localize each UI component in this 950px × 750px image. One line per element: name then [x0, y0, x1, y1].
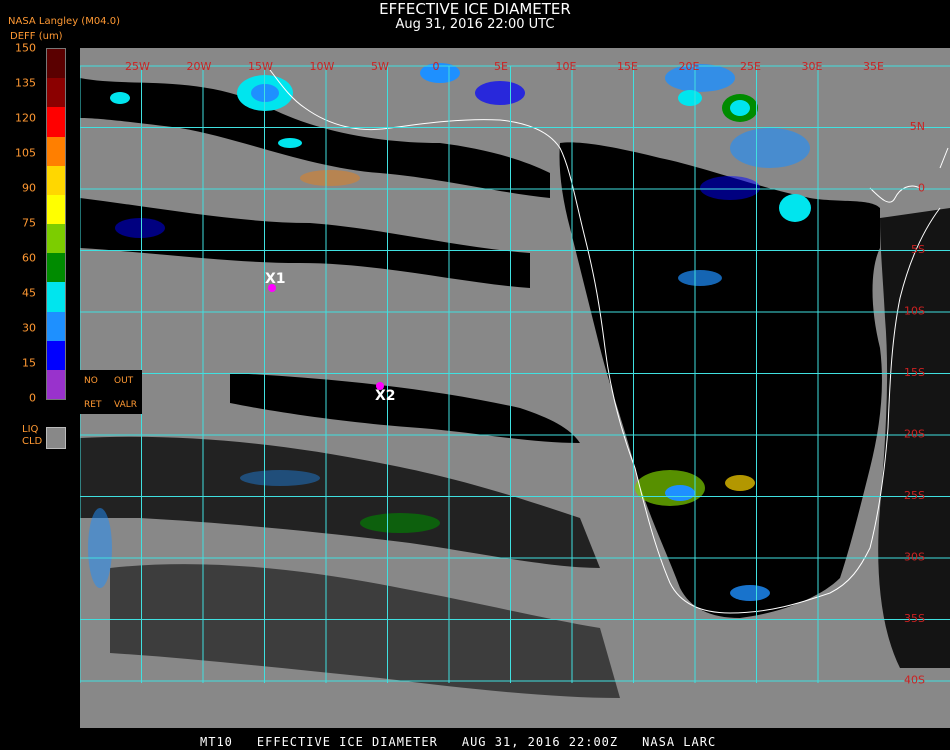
colorbar-tick-label: 105: [15, 146, 36, 160]
colorbar-segment: [47, 340, 65, 371]
station-marker-label: X2: [375, 388, 396, 404]
footer-satellite: MT10: [200, 735, 233, 749]
colorbar-segment: [47, 165, 65, 196]
map-canvas: 25W 20W 15W 10W 5W 0 5E 10E 15E 20E 25E 30E 35E 5N 0 5S…: [80, 60, 950, 698]
longitude-label: 25E: [740, 60, 761, 73]
colorbar-tick-label: 150: [15, 41, 36, 55]
longitude-label: 30E: [802, 60, 823, 73]
colorbar-segment: [47, 136, 65, 167]
longitude-label: 15E: [617, 60, 638, 73]
longitude-label: 15W: [248, 60, 273, 73]
colorbar-tick-label: 90: [22, 181, 36, 195]
noret-label-ret: RET: [84, 400, 102, 410]
colorbar-tick-label: 75: [22, 216, 36, 230]
liquid-label-1: LIQ: [22, 424, 39, 435]
latitude-label: 35S: [904, 612, 925, 625]
colorbar-segment: [47, 107, 65, 137]
latitude-label: 5N: [910, 120, 925, 133]
noret-label-no: NO: [84, 376, 98, 386]
colorbar-tick-label: 135: [15, 76, 36, 90]
no-retrieval-legend: NO OUT RET VALR: [80, 370, 142, 414]
colorbar-segment: [47, 78, 65, 108]
footer-time: AUG 31, 2016 22:00Z: [461, 735, 619, 749]
colorbar-segment: [47, 194, 65, 225]
latitude-label: 5S: [911, 243, 925, 256]
colorbar-segment: [47, 282, 65, 312]
longitude-label: 0: [433, 60, 440, 73]
latitude-label: 0: [918, 182, 925, 195]
colorbar-segment: [47, 311, 65, 342]
colorbar-tick-label: 0: [29, 391, 36, 405]
latitude-label: 40S: [904, 674, 925, 687]
satellite-map: 25W 20W 15W 10W 5W 0 5E 10E 15E 20E 25E 30E 35E 5N 0 5S…: [80, 48, 950, 728]
latitude-label: 15S: [904, 366, 925, 379]
latitude-label: 10S: [904, 305, 925, 318]
longitude-label: 20W: [187, 60, 212, 73]
longitude-label: 10W: [310, 60, 335, 73]
longitude-label: 20E: [679, 60, 700, 73]
longitude-label: 5E: [494, 60, 508, 73]
colorbar: [46, 48, 66, 400]
noret-label-valr: VALR: [114, 400, 138, 410]
colorbar-segment: [47, 224, 65, 254]
colorbar-tick-label: 45: [22, 286, 36, 300]
product-tag: NASA Langley (M04.0): [8, 16, 120, 27]
latitude-label: 30S: [904, 551, 925, 564]
station-marker-label: X1: [265, 271, 286, 287]
colorbar-tick-label: 15: [22, 356, 36, 370]
colorbar-tick-label: 30: [22, 321, 36, 335]
colorbar-segment: [47, 369, 65, 400]
map-datetime: Aug 31, 2016 22:00 UTC: [395, 17, 555, 32]
latitude-label: 20S: [904, 428, 925, 441]
colorbar-tick-label: 120: [15, 111, 36, 125]
colorbar-segment: [47, 253, 65, 283]
footer-product: EFFECTIVE ICE DIAMETER: [256, 735, 438, 749]
longitude-label: 5W: [371, 60, 389, 73]
noret-label-out: OUT: [114, 376, 134, 386]
liquid-label-2: CLD: [22, 436, 43, 447]
colorbar-tick-label: 60: [22, 251, 36, 265]
latitude-label: 25S: [904, 489, 925, 502]
colorbar-segment: [47, 49, 65, 79]
liquid-cloud-swatch: [46, 427, 66, 449]
map-title: EFFECTIVE ICE DIAMETER: [379, 0, 571, 18]
longitude-label: 35E: [863, 60, 884, 73]
footer-org: NASA LARC: [642, 735, 717, 749]
longitude-label: 10E: [556, 60, 577, 73]
longitude-label: 25W: [125, 60, 150, 73]
footer-caption: MT10 EFFECTIVE ICE DIAMETER AUG 31, 2016 2…: [200, 735, 740, 749]
clear-sky-regions: [80, 78, 950, 698]
legend-unit-label: DEFF (um): [10, 31, 63, 42]
